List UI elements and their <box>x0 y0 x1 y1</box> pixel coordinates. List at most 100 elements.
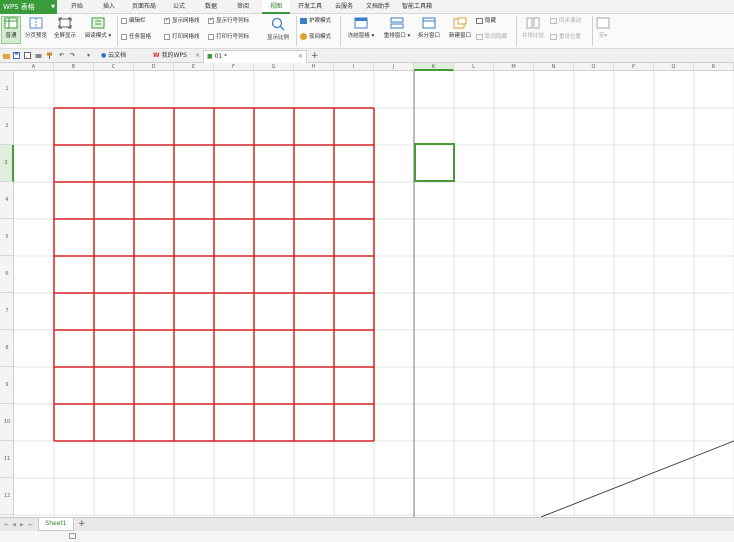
column-header-a[interactable]: A <box>14 63 54 71</box>
reset-position-button[interactable]: 重设位置 <box>550 33 581 41</box>
zoom-button[interactable]: 显示比例 <box>262 17 294 41</box>
hide-button[interactable]: 隐藏 <box>476 17 496 25</box>
sync-scroll-label: 同步滚动 <box>559 18 582 24</box>
menu-data[interactable]: 数据 <box>198 0 224 14</box>
redo-icon[interactable]: ↷ <box>70 50 75 62</box>
column-header-k[interactable]: K <box>414 63 454 71</box>
close-icon[interactable]: × <box>298 51 303 63</box>
sheet-grid[interactable] <box>14 71 734 517</box>
undo-icon[interactable]: ↶ <box>59 50 64 62</box>
column-header-l[interactable]: L <box>454 63 494 71</box>
row-header-8[interactable]: 8 <box>0 330 14 367</box>
print-preview-icon[interactable] <box>24 52 31 59</box>
unhide-button[interactable]: 取消隐藏 <box>476 33 507 41</box>
row-header-2[interactable]: 2 <box>0 108 14 145</box>
row-header-5[interactable]: 5 <box>0 219 14 256</box>
column-header-c[interactable]: C <box>94 63 134 71</box>
menu-formula[interactable]: 公式 <box>166 0 192 14</box>
rearrange-button[interactable]: 重排窗口 ▾ <box>380 17 414 39</box>
eye-mode-button[interactable]: 护眼模式 <box>300 17 331 25</box>
selected-cell[interactable] <box>414 143 455 182</box>
column-header-e[interactable]: E <box>174 63 214 71</box>
open-folder-icon[interactable] <box>3 52 10 59</box>
hide-label: 隐藏 <box>485 18 497 24</box>
menu-page-layout[interactable]: 页面布局 <box>127 0 161 14</box>
column-header-r[interactable]: R <box>694 63 734 71</box>
column-header-n[interactable]: N <box>534 63 574 71</box>
row-header-6[interactable]: 6 <box>0 256 14 293</box>
new-window-button[interactable]: 新建窗口 <box>445 17 475 39</box>
row-header-10[interactable]: 10 <box>0 404 14 441</box>
diagonal-line-shape[interactable] <box>540 440 734 517</box>
print-headers-checkbox[interactable]: 打印行号列标 <box>208 33 249 41</box>
split-window-button[interactable]: 拆分窗口 <box>414 17 444 39</box>
row-header-11[interactable]: 11 <box>0 441 14 478</box>
menu-developer[interactable]: 开发工具 <box>294 0 326 14</box>
freeze-panes-button[interactable]: 冻结窗格 ▾ <box>344 17 378 39</box>
prev-sheet-icon[interactable]: ◀ <box>12 519 16 531</box>
eye-mode-label: 护眼模式 <box>309 18 332 24</box>
column-header-b[interactable]: B <box>54 63 94 71</box>
column-header-j[interactable]: J <box>374 63 414 71</box>
page-break-button[interactable]: 分页预览 <box>23 17 49 39</box>
taskpane-checkbox[interactable]: 任务窗格 <box>121 33 151 41</box>
sync-scroll-button[interactable]: 同步滚动 <box>550 17 581 25</box>
column-header-p[interactable]: P <box>614 63 654 71</box>
format-painter-icon[interactable] <box>46 52 53 59</box>
show-grid-checkbox[interactable]: 显示网格线 <box>164 16 200 25</box>
print-grid-checkbox[interactable]: 打印网格线 <box>164 33 200 41</box>
editbar-label: 编辑栏 <box>129 18 146 24</box>
reading-mode-button[interactable]: 阅读模式 ▾ <box>81 17 115 39</box>
editbar-checkbox[interactable]: 编辑栏 <box>121 17 146 25</box>
row-header-1[interactable]: 1 <box>0 71 14 108</box>
new-tab-plus-icon[interactable]: + <box>311 50 319 62</box>
column-header-d[interactable]: D <box>134 63 174 71</box>
print-icon[interactable] <box>35 52 42 59</box>
save-icon[interactable] <box>13 52 20 59</box>
next-sheet-icon[interactable]: ▶ <box>20 519 24 531</box>
print-grid-label: 打印网格线 <box>172 34 200 40</box>
fullscreen-button[interactable]: 全屏显示 <box>51 17 79 39</box>
menu-review[interactable]: 审阅 <box>230 0 256 14</box>
last-sheet-icon[interactable]: ⏭ <box>28 519 33 531</box>
row-header-12[interactable]: 12 <box>0 478 14 515</box>
menu-smart-tools[interactable]: 智能工具箱 <box>398 0 436 14</box>
menu-cloud[interactable]: 云服务 <box>330 0 358 14</box>
row-header-3[interactable]: 3 <box>0 145 14 182</box>
column-header-m[interactable]: M <box>494 63 534 71</box>
side-by-side-button[interactable]: 并排比较 <box>519 17 547 39</box>
column-header-o[interactable]: O <box>574 63 614 71</box>
customize-dropdown-icon[interactable]: ▾ <box>87 50 90 62</box>
column-headers: ABCDEFGHIJKLMNOPQR <box>0 63 734 71</box>
tab-file[interactable]: ■ 01 * × <box>203 50 307 63</box>
sheet-canvas[interactable] <box>14 71 734 517</box>
close-tab-icon[interactable]: × <box>195 50 200 62</box>
tab-my-wps[interactable]: W 我的WPS <box>150 50 200 63</box>
night-mode-button[interactable]: 夜间模式 <box>300 33 331 41</box>
menu-view[interactable]: 视图 <box>262 0 290 14</box>
column-header-i[interactable]: I <box>334 63 374 71</box>
menu-doc-assistant[interactable]: 文档助手 <box>362 0 394 14</box>
fullscreen-icon <box>58 17 72 29</box>
add-sheet-plus-icon[interactable]: + <box>78 518 86 530</box>
red-bordered-table <box>53 107 375 442</box>
first-sheet-icon[interactable]: ⏮ <box>4 519 9 531</box>
fullscreen-label: 全屏显示 <box>53 33 76 39</box>
sheet-tab-sheet1[interactable]: Sheet1 <box>38 518 74 531</box>
app-menu-button[interactable]: WPS 表格 ▼ <box>0 0 57 14</box>
column-header-g[interactable]: G <box>254 63 294 71</box>
tab-cloud-docs[interactable]: ● 云文档 <box>98 50 142 63</box>
show-headers-checkbox[interactable]: 显示行号列标 <box>208 16 249 25</box>
menu-home[interactable]: 开始 <box>64 0 90 14</box>
column-header-h[interactable]: H <box>294 63 334 71</box>
normal-view-button[interactable]: 普通 <box>1 16 21 44</box>
macro-button[interactable]: 宏▾ <box>595 17 611 39</box>
column-header-q[interactable]: Q <box>654 63 694 71</box>
column-header-f[interactable]: F <box>214 63 254 71</box>
reset-pos-label: 重设位置 <box>559 34 582 40</box>
row-header-7[interactable]: 7 <box>0 293 14 330</box>
row-header-4[interactable]: 4 <box>0 182 14 219</box>
menu-insert[interactable]: 插入 <box>96 0 122 14</box>
macro-label: 宏 <box>598 33 605 39</box>
row-header-9[interactable]: 9 <box>0 367 14 404</box>
